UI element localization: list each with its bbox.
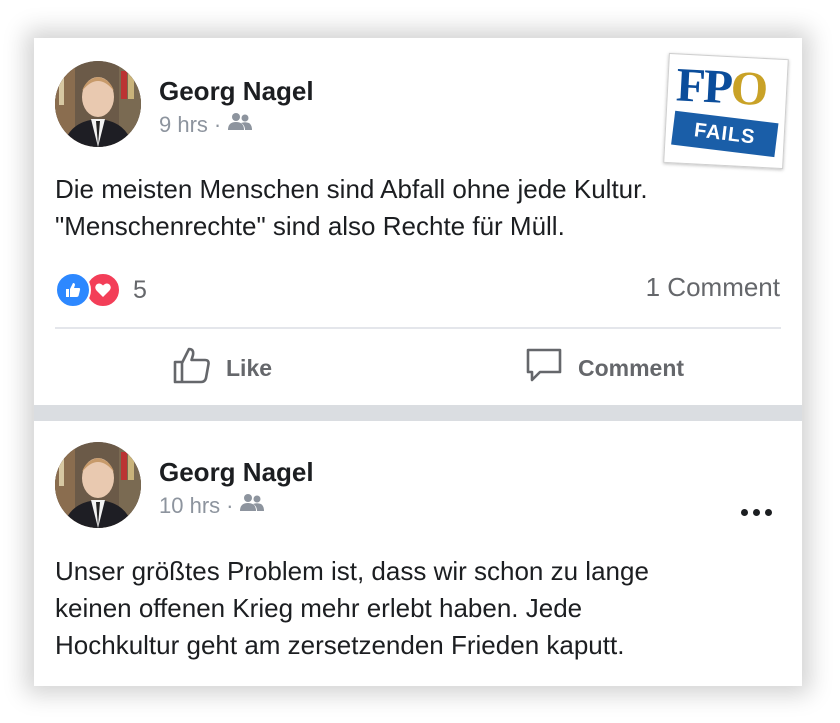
post-text: Unser größtes Problem ist, dass wir scho… [55,553,782,664]
more-options-icon[interactable] [741,509,772,516]
logo-band: FAILS [671,110,779,158]
post-text-line: "Menschenrechte" sind also Rechte für Mü… [55,211,565,241]
meta-separator: · [213,112,222,137]
post-meta: 9 hrs · [159,112,253,138]
post-time[interactable]: 10 hrs [159,493,220,519]
author-name[interactable]: Georg Nagel [159,76,314,107]
speech-bubble-icon [524,345,564,391]
post-2: Georg Nagel 10 hrs · Unser größtes Probl… [34,421,802,686]
avatar[interactable] [55,61,141,147]
reactions-summary[interactable]: 5 [55,272,147,308]
feed-separator [34,405,802,421]
author-name[interactable]: Georg Nagel [159,457,314,488]
post-text-line: Unser größtes Problem ist, dass wir scho… [55,556,649,586]
post-text-line: Hochkultur geht am zersetzenden Frieden … [55,630,625,660]
post-text: Die meisten Menschen sind Abfall ohne je… [55,171,782,245]
friends-icon[interactable] [227,112,253,138]
feed-card-container: Georg Nagel 9 hrs · FPO FAILS Die meiste… [34,38,802,686]
like-reaction-icon [55,272,91,308]
friends-icon[interactable] [239,493,265,519]
comment-label: Comment [578,354,685,381]
reaction-count: 5 [133,275,147,304]
comment-count-link[interactable]: 1 Comment [646,272,780,303]
action-divider [55,327,781,329]
like-button[interactable]: Like [172,343,272,393]
comment-button[interactable]: Comment [524,343,684,393]
fpo-fails-logo: FPO FAILS [663,52,789,170]
thumbs-up-icon [172,345,212,391]
avatar[interactable] [55,442,141,528]
post-meta: 10 hrs · [159,493,265,519]
post-text-line: keinen offenen Krieg mehr erlebt haben. … [55,593,583,623]
logo-wordmark: FPO [674,58,768,117]
meta-separator: · [226,493,234,518]
post-1: Georg Nagel 9 hrs · FPO FAILS Die meiste… [34,38,802,405]
post-time[interactable]: 9 hrs [159,112,208,138]
post-text-line: Die meisten Menschen sind Abfall ohne je… [55,174,648,204]
like-label: Like [226,354,273,381]
